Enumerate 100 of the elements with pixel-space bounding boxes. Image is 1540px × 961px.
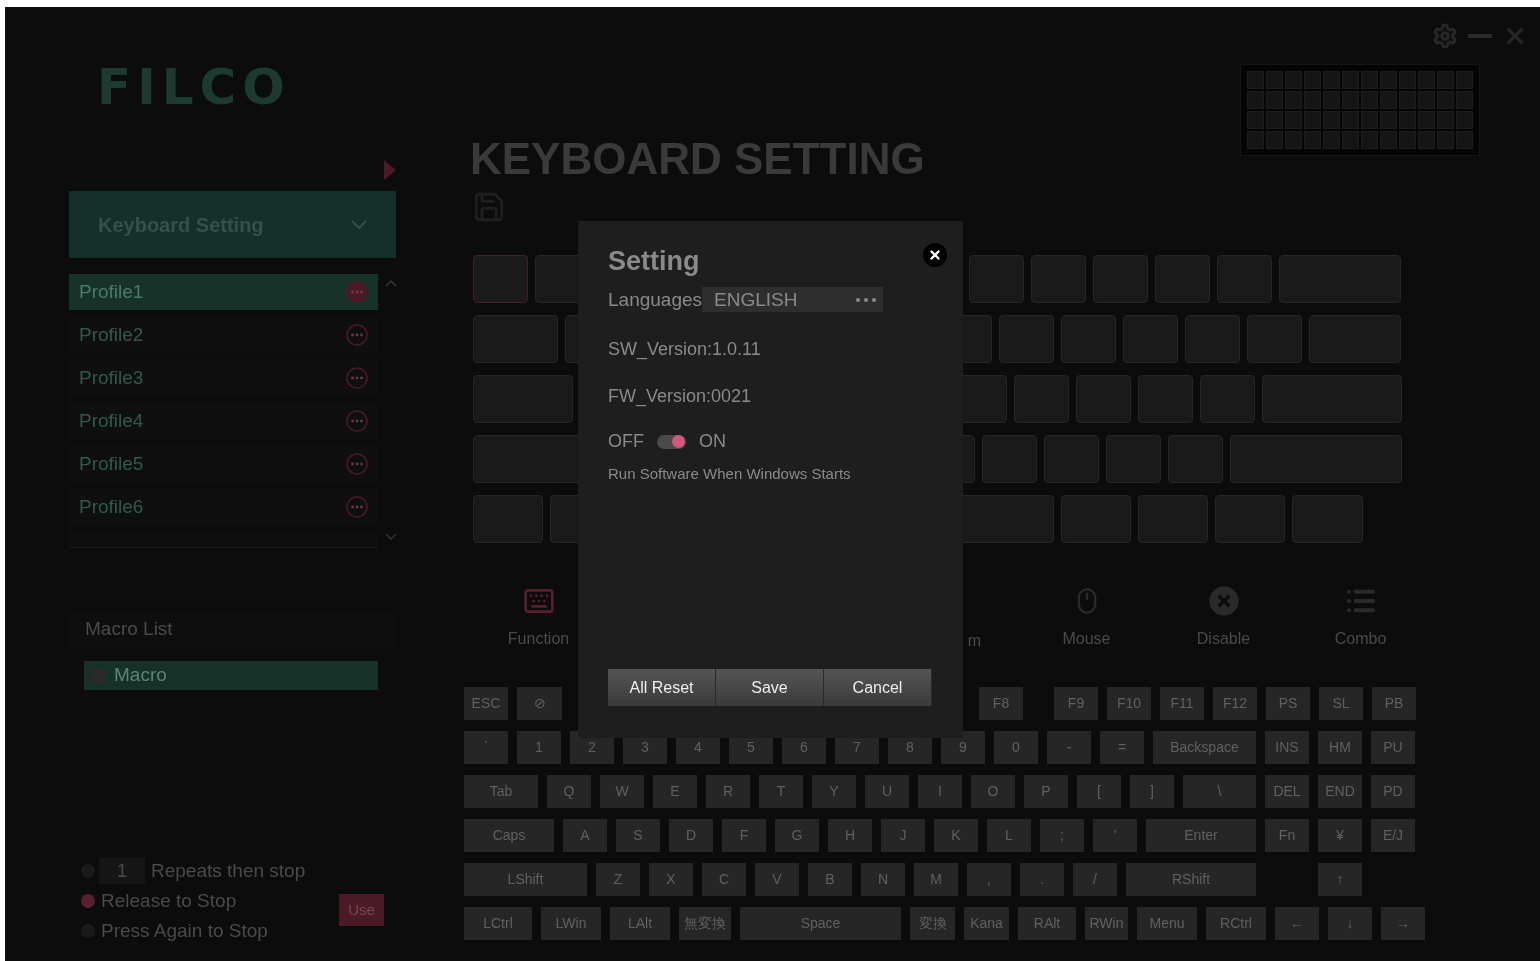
keycap[interactable] [1076,375,1131,423]
keycap[interactable] [969,255,1024,303]
key[interactable]: M [914,863,958,896]
key[interactable]: F12 [1213,687,1257,720]
key[interactable]: T [759,775,803,808]
keycap[interactable] [1262,375,1402,423]
key[interactable]: [ [1077,775,1121,808]
key[interactable]: S [616,819,660,852]
keycap[interactable] [473,255,528,303]
keycap[interactable] [473,375,573,423]
function-tab[interactable]: Combo [1334,627,1387,651]
key[interactable]: ⊘ [517,687,562,720]
keycap[interactable] [1031,255,1086,303]
key[interactable]: X [649,863,693,896]
key[interactable]: H [828,819,872,852]
radio-button[interactable] [81,894,95,908]
key[interactable]: LWin [541,907,601,940]
more-options-icon[interactable] [346,453,368,475]
key[interactable]: - [1047,731,1091,764]
key[interactable]: Z [596,863,640,896]
scroll-up-icon[interactable] [385,280,397,287]
more-options-icon[interactable] [346,367,368,389]
keycap[interactable] [1138,375,1193,423]
scroll-down-icon[interactable] [385,533,397,540]
keycap[interactable] [1061,495,1131,543]
more-options-icon[interactable] [346,324,368,346]
triangle-arrow-icon[interactable] [384,159,396,181]
key[interactable]: Enter [1146,819,1256,852]
key[interactable]: RShift [1126,863,1256,896]
more-options-icon[interactable] [346,496,368,518]
key[interactable]: D [669,819,713,852]
key[interactable]: 1 [517,731,561,764]
key[interactable]: , [967,863,1011,896]
key[interactable]: RWin [1085,907,1128,940]
key[interactable]: PU [1371,731,1415,764]
key[interactable]: F9 [1054,687,1098,720]
keycap[interactable] [1309,315,1401,363]
keycap[interactable] [1217,255,1272,303]
keycap[interactable] [1168,435,1223,483]
key[interactable]: END [1318,775,1362,808]
startup-toggle[interactable] [657,434,686,449]
key[interactable]: → [1381,907,1425,940]
key[interactable]: RCtrl [1206,907,1266,940]
key[interactable]: = [1100,731,1144,764]
keycap[interactable] [1123,315,1178,363]
keycap[interactable] [473,495,543,543]
key[interactable]: ↑ [1318,863,1362,896]
key[interactable]: PS [1266,687,1310,720]
key[interactable]: 変換 [910,907,955,940]
key[interactable]: ` [464,731,508,764]
key[interactable]: LShift [464,863,587,896]
dialog-button[interactable]: Save [716,669,824,706]
key[interactable]: / [1073,863,1117,896]
key[interactable]: G [775,819,819,852]
key[interactable]: E [653,775,697,808]
keycap[interactable] [473,315,558,363]
key[interactable]: Space [740,907,901,940]
key[interactable]: ↓ [1328,907,1372,940]
key[interactable]: SL [1319,687,1363,720]
key[interactable]: ; [1040,819,1084,852]
key[interactable]: V [755,863,799,896]
key[interactable]: Y [812,775,856,808]
key[interactable]: B [808,863,852,896]
key[interactable]: F11 [1160,687,1204,720]
more-options-icon[interactable] [346,281,368,303]
keycap[interactable] [982,435,1037,483]
keycap[interactable] [1185,315,1240,363]
key[interactable]: ← [1275,907,1319,940]
function-tab[interactable]: Mouse [1062,627,1111,651]
key[interactable]: A [563,819,607,852]
key[interactable]: Q [547,775,591,808]
key[interactable]: W [600,775,644,808]
language-select[interactable]: ENGLISH [702,287,884,313]
key[interactable]: . [1020,863,1064,896]
key[interactable]: PD [1371,775,1415,808]
key[interactable]: P [1024,775,1068,808]
key[interactable]: INS [1265,731,1309,764]
key[interactable]: PB [1372,687,1416,720]
keycap[interactable] [1230,435,1402,483]
key[interactable]: K [934,819,978,852]
keycap[interactable] [1106,435,1161,483]
tab-icon[interactable] [1207,585,1240,617]
key[interactable]: L [987,819,1031,852]
keycap[interactable] [1061,315,1116,363]
key[interactable]: F8 [979,687,1023,720]
key[interactable]: ¥ [1318,819,1362,852]
key[interactable]: Menu [1137,907,1197,940]
function-tab[interactable]: Disable [1196,627,1251,651]
key[interactable]: Kana [964,907,1009,940]
key[interactable]: F10 [1107,687,1151,720]
key[interactable]: J [881,819,925,852]
key[interactable]: DEL [1265,775,1309,808]
function-tab[interactable]: Function [507,627,570,651]
key[interactable]: R [706,775,750,808]
keycap[interactable] [1014,375,1069,423]
key[interactable]: Fn [1265,819,1309,852]
macro-item[interactable]: Macro [84,661,378,690]
keycap[interactable] [1138,495,1208,543]
key[interactable]: Backspace [1153,731,1256,764]
keycap[interactable] [999,315,1054,363]
